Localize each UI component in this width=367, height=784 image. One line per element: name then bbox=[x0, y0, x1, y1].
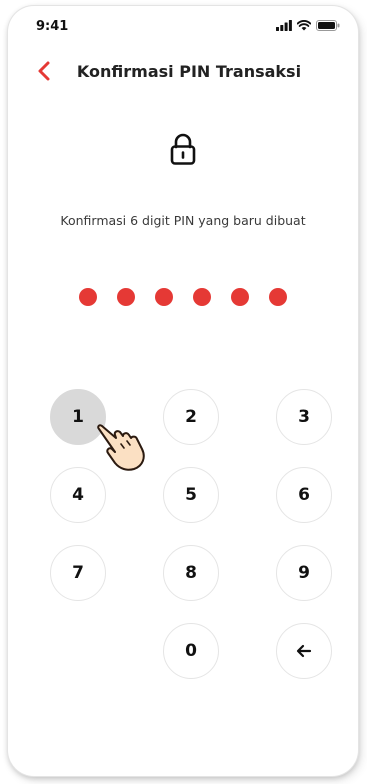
pin-dot bbox=[231, 288, 249, 306]
pin-dot bbox=[117, 288, 135, 306]
pin-indicator bbox=[8, 288, 358, 306]
status-bar: 9:41 bbox=[8, 6, 358, 46]
key-5[interactable]: 5 bbox=[163, 467, 219, 523]
pin-dot bbox=[155, 288, 173, 306]
arrow-left-icon bbox=[296, 644, 312, 658]
battery-icon bbox=[316, 20, 340, 31]
pin-dot bbox=[79, 288, 97, 306]
key-6[interactable]: 6 bbox=[276, 467, 332, 523]
key-0[interactable]: 0 bbox=[163, 623, 219, 679]
instruction-text: Konfirmasi 6 digit PIN yang baru dibuat bbox=[60, 213, 306, 228]
status-time: 9:41 bbox=[36, 19, 69, 34]
pin-dot bbox=[269, 288, 287, 306]
key-1[interactable]: 1 bbox=[50, 389, 106, 445]
pin-dot bbox=[193, 288, 211, 306]
key-4[interactable]: 4 bbox=[50, 467, 106, 523]
status-icons bbox=[276, 20, 340, 31]
signal-icon bbox=[276, 20, 292, 31]
key-2[interactable]: 2 bbox=[163, 389, 219, 445]
phone-frame: 9:41 Konfirmasi PIN Transaksi Konfirmasi… bbox=[8, 6, 358, 776]
key-3[interactable]: 3 bbox=[276, 389, 332, 445]
lock-icon bbox=[170, 133, 196, 165]
backspace-button[interactable] bbox=[276, 623, 332, 679]
hand-pointer-icon bbox=[97, 424, 145, 471]
key-8[interactable]: 8 bbox=[163, 545, 219, 601]
page-title: Konfirmasi PIN Transaksi bbox=[76, 62, 302, 81]
header: Konfirmasi PIN Transaksi bbox=[8, 54, 358, 90]
key-7[interactable]: 7 bbox=[50, 545, 106, 601]
wifi-icon bbox=[297, 20, 311, 31]
key-9[interactable]: 9 bbox=[276, 545, 332, 601]
